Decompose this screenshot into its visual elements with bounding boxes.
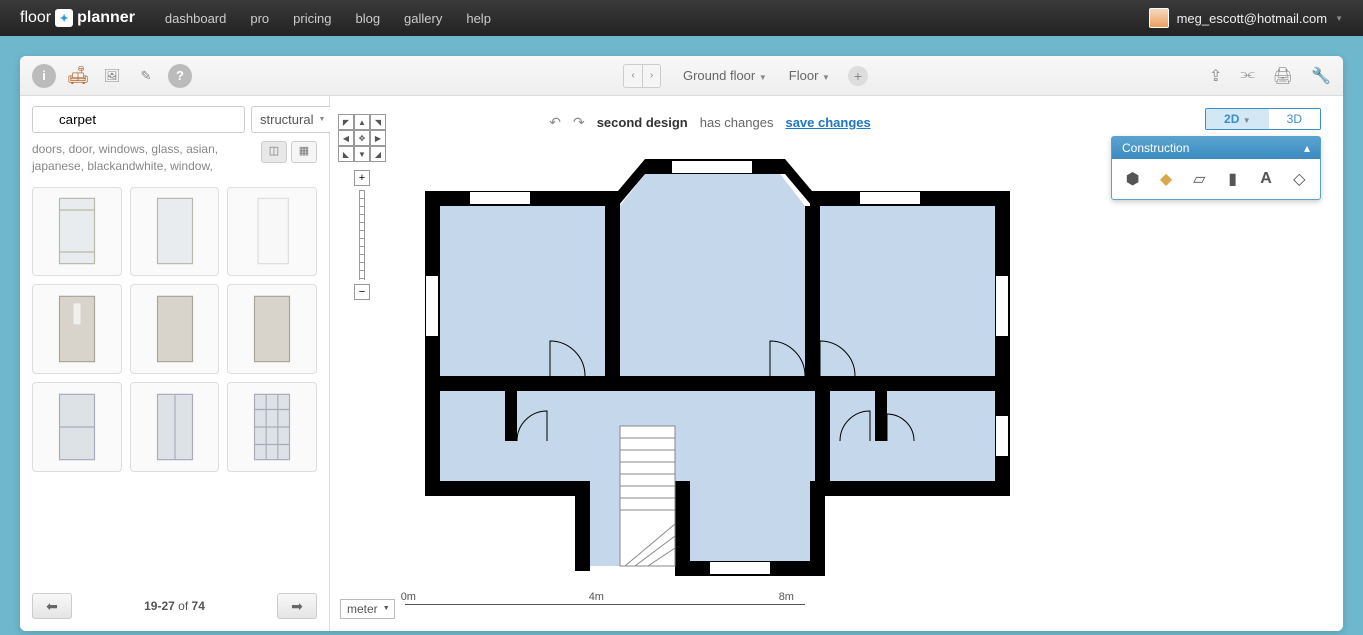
library-item[interactable]	[227, 187, 317, 277]
pan-ne-button[interactable]: ◥	[370, 114, 386, 130]
canvas[interactable]: ↶ ↷ second design has changes save chang…	[330, 56, 1343, 631]
export-icon[interactable]: ⇪	[1209, 66, 1222, 86]
panel-header[interactable]: Construction▴	[1112, 137, 1320, 159]
view-3d-button[interactable]: 3D	[1269, 109, 1320, 129]
design-header: ↶ ↷ second design has changes save chang…	[390, 106, 1030, 139]
view-list-toggle[interactable]: ▦	[291, 141, 317, 163]
navigation-pad: ◤▲◥ ◀✥▶ ◣▼◢ + −	[338, 114, 386, 300]
pan-nw-button[interactable]: ◤	[338, 114, 354, 130]
design-name: second design	[597, 115, 688, 130]
pan-center-button[interactable]: ✥	[354, 130, 370, 146]
tool-shape-icon[interactable]: ◇	[1287, 167, 1311, 191]
history-nav: ‹ ›	[623, 64, 661, 88]
nav-forward-button[interactable]: ›	[642, 65, 660, 87]
nav-gallery[interactable]: gallery	[404, 11, 442, 26]
view-3d-toggle[interactable]: ◫	[261, 141, 287, 163]
settings-icon[interactable]: 🔧	[1311, 66, 1331, 86]
undo-button[interactable]: ↶	[549, 114, 561, 131]
library-item[interactable]	[32, 382, 122, 472]
logo[interactable]: floor ✦ planner	[20, 9, 135, 27]
brand-text-a: floor	[20, 9, 51, 27]
library-item[interactable]	[32, 187, 122, 277]
logo-icon: ✦	[55, 9, 73, 27]
nav-back-button[interactable]: ‹	[624, 65, 642, 87]
pan-sw-button[interactable]: ◣	[338, 146, 354, 162]
zoom-slider[interactable]	[359, 190, 365, 280]
topbar: floor ✦ planner dashboard pro pricing bl…	[0, 0, 1363, 36]
library-grid	[20, 183, 329, 476]
tool-wall-icon[interactable]: ▱	[1187, 167, 1211, 191]
floor-select-ground[interactable]: Ground floor ▼	[683, 68, 767, 83]
tool-door-icon[interactable]: ▮	[1221, 167, 1245, 191]
next-page-button[interactable]: ➡	[277, 593, 317, 619]
category-select[interactable]: structural	[251, 106, 332, 133]
prev-page-button[interactable]: ⬅	[32, 593, 72, 619]
floor-plan[interactable]	[420, 146, 1020, 596]
pagination: ⬅ 19-27 of 74 ➡	[20, 581, 329, 631]
save-changes-link[interactable]: save changes	[785, 115, 870, 130]
pan-up-button[interactable]: ▲	[354, 114, 370, 130]
print-icon[interactable]: 🖨	[1273, 66, 1293, 86]
furniture-icon[interactable]: 🛋	[66, 64, 90, 88]
library-item[interactable]	[227, 382, 317, 472]
view-mode-switch: 2D ▼ 3D	[1205, 108, 1321, 130]
app-toolbar: i 🛋 🖼 ✎ ? ‹ › Ground floor ▼ Floor ▼ + ⇪…	[20, 56, 1343, 96]
photo-icon[interactable]: 🖼	[100, 64, 124, 88]
scale-bar: meter 0m 4m 8m	[340, 599, 805, 619]
library-item[interactable]	[130, 382, 220, 472]
floor-select-floor[interactable]: Floor ▼	[789, 68, 830, 83]
nav-pricing[interactable]: pricing	[293, 11, 331, 26]
page-info: 19-27 of 74	[144, 599, 205, 613]
add-floor-button[interactable]: +	[848, 66, 868, 86]
tag-list: doors, door, windows, glass, asian, japa…	[32, 141, 253, 175]
help-icon[interactable]: ?	[168, 64, 192, 88]
library-item[interactable]	[130, 187, 220, 277]
zoom-in-button[interactable]: +	[354, 170, 370, 186]
avatar-icon	[1149, 8, 1169, 28]
nav-blog[interactable]: blog	[355, 11, 380, 26]
library-item[interactable]	[227, 284, 317, 374]
library-sidebar: structural doors, door, windows, glass, …	[20, 56, 330, 631]
view-2d-button[interactable]: 2D ▼	[1206, 109, 1269, 129]
pan-left-button[interactable]: ◀	[338, 130, 354, 146]
main-nav: dashboard pro pricing blog gallery help	[165, 11, 491, 26]
design-status: has changes	[700, 115, 774, 130]
redo-button[interactable]: ↷	[573, 114, 585, 131]
unit-select[interactable]: meter	[340, 599, 395, 619]
edit-icon[interactable]: ✎	[134, 64, 158, 88]
nav-help[interactable]: help	[466, 11, 491, 26]
library-item[interactable]	[130, 284, 220, 374]
tool-room-icon[interactable]: ⬢	[1121, 167, 1145, 191]
collapse-icon: ▴	[1304, 141, 1310, 155]
tool-floor-icon[interactable]: ◆	[1154, 167, 1178, 191]
library-item[interactable]	[32, 284, 122, 374]
chevron-down-icon: ▼	[1335, 14, 1343, 23]
pan-se-button[interactable]: ◢	[370, 146, 386, 162]
right-actions: ⇪ ⫘ 🖨 🔧	[1209, 66, 1331, 86]
workspace: i 🛋 🖼 ✎ ? ‹ › Ground floor ▼ Floor ▼ + ⇪…	[20, 56, 1343, 631]
tool-text-icon[interactable]: A	[1254, 167, 1278, 191]
user-menu[interactable]: meg_escott@hotmail.com ▼	[1149, 8, 1343, 28]
pan-right-button[interactable]: ▶	[370, 130, 386, 146]
info-icon[interactable]: i	[32, 64, 56, 88]
share-icon[interactable]: ⫘	[1240, 66, 1254, 86]
brand-text-b: planner	[77, 9, 135, 27]
pan-down-button[interactable]: ▼	[354, 146, 370, 162]
construction-panel: Construction▴ ⬢ ◆ ▱ ▮ A ◇	[1111, 136, 1321, 200]
search-input[interactable]	[32, 106, 245, 133]
nav-pro[interactable]: pro	[250, 11, 269, 26]
zoom-out-button[interactable]: −	[354, 284, 370, 300]
user-email: meg_escott@hotmail.com	[1177, 11, 1327, 26]
nav-dashboard[interactable]: dashboard	[165, 11, 226, 26]
